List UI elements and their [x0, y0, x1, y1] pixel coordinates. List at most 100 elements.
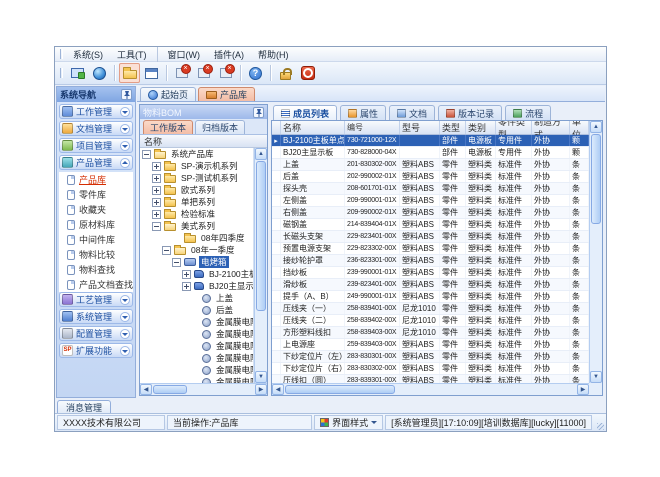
tree-expander[interactable] — [152, 198, 161, 207]
tree-node[interactable]: BJ-2100主板单点 — [140, 268, 253, 280]
tree-node[interactable]: 单把系列 — [140, 196, 253, 208]
tree-expander[interactable] — [142, 150, 151, 159]
table-row[interactable]: 右侧盖 209-990002-01X 塑料ABS 零件 塑料类 标准件 外协 条 — [272, 207, 589, 219]
scroll-up-icon[interactable]: ▲ — [255, 148, 267, 160]
chevron-button[interactable] — [120, 141, 130, 151]
tree-node[interactable]: 金属膜电阻器 — [140, 364, 253, 376]
table-row[interactable]: 上电源座 259-839403-00X 塑料ABS 零件 塑料类 标准件 外协 … — [272, 339, 589, 351]
scroll-left-icon[interactable]: ◀ — [272, 384, 284, 395]
lock-screen-button[interactable] — [275, 63, 296, 83]
table-horizontal-scrollbar[interactable]: ◀ ▶ — [272, 383, 589, 395]
tree-node[interactable]: 后盖 — [140, 304, 253, 316]
tree-node[interactable]: 金属膜电阻器 — [140, 328, 253, 340]
nav-entry[interactable]: 中间件库 — [59, 232, 133, 247]
h-scrollbar-thumb[interactable] — [153, 385, 187, 394]
tree-expander[interactable] — [162, 246, 171, 255]
browser-button[interactable] — [89, 63, 110, 83]
menu-item[interactable]: 系统(S) — [66, 47, 110, 62]
scroll-down-icon[interactable]: ▼ — [590, 371, 602, 383]
message-tab[interactable]: 消息管理 — [57, 400, 111, 413]
document-tab[interactable]: 产品库 — [198, 87, 255, 101]
tree-horizontal-scrollbar[interactable]: ◀ ▶ — [140, 383, 267, 395]
tree-expander[interactable] — [152, 174, 161, 183]
detail-tab[interactable]: 属性 — [340, 105, 386, 120]
table-row[interactable]: 方形塑料线扣 258-839403-00X 尼龙1010 零件 塑料类 标准件 … — [272, 327, 589, 339]
chevron-button[interactable] — [120, 346, 130, 356]
nav-entry[interactable]: 系统管理 — [59, 309, 133, 324]
column-header[interactable]: 编号 — [345, 121, 400, 134]
tree-expander[interactable] — [152, 210, 161, 219]
table-row[interactable]: 下纱定位片（右） 283-830302-00X 塑料ABS 零件 塑料类 标准件… — [272, 363, 589, 375]
table-row[interactable]: 压线夹（一） 258-839401-00X 尼龙1010 零件 塑料类 标准件 … — [272, 303, 589, 315]
table-row[interactable]: BJ20主显示板 730-828000-04X 部件 电源板 专用件 外协 颗 — [272, 147, 589, 159]
window-list-button[interactable] — [141, 63, 162, 83]
nav-entry[interactable]: 物料查找 — [59, 262, 133, 277]
column-header[interactable]: 零件类型 — [496, 121, 532, 134]
nav-entry[interactable]: 工艺管理 — [59, 292, 133, 307]
table-row[interactable]: 压线扣（圆） 283-839301-00X 塑料ABS 零件 塑料类 标准件 外… — [272, 375, 589, 383]
nav-entry[interactable]: 产品库 — [59, 172, 133, 187]
tree-node[interactable]: 08年一季度 — [140, 244, 253, 256]
tree-node[interactable]: SP-测试机系列 — [140, 172, 253, 184]
table-vertical-scrollbar[interactable]: ▲ ▼ — [589, 121, 602, 383]
tree-expander[interactable] — [182, 270, 191, 279]
scroll-up-icon[interactable]: ▲ — [590, 121, 602, 133]
tree-column-header[interactable]: 名称 — [140, 135, 267, 148]
table-row[interactable]: 滑纱板 239-823401-00X 塑料ABS 零件 塑料类 标准件 外协 条 — [272, 279, 589, 291]
tree-node[interactable]: 电烤箱 — [140, 256, 253, 268]
v-scrollbar-thumb[interactable] — [256, 161, 266, 311]
column-header[interactable]: 型号 — [400, 121, 440, 134]
nav-entry[interactable]: 收藏夹 — [59, 202, 133, 217]
nav-entry[interactable]: 项目管理 — [59, 138, 133, 153]
chevron-button[interactable] — [120, 312, 130, 322]
chevron-button[interactable] — [120, 124, 130, 134]
version-tab[interactable]: 归档版本 — [195, 120, 245, 134]
menu-item[interactable]: 窗口(W) — [161, 47, 208, 62]
chevron-button[interactable] — [120, 107, 130, 117]
open-library-button[interactable] — [119, 63, 140, 83]
tree-node[interactable]: 美式系列 — [140, 220, 253, 232]
tree-node[interactable]: 欧式系列 — [140, 184, 253, 196]
close-document-button[interactable] — [171, 63, 192, 83]
menu-item[interactable]: 工具(T) — [110, 47, 158, 62]
detail-tab[interactable]: 成员列表 — [273, 105, 337, 120]
ui-style-button[interactable]: 界面样式 — [314, 415, 383, 430]
tree-expander[interactable] — [152, 162, 161, 171]
nav-entry[interactable]: 工作管理 — [59, 104, 133, 119]
column-header[interactable]: 单位 — [570, 121, 589, 134]
detail-tab[interactable]: 文档 — [389, 105, 435, 120]
menu-item[interactable]: 插件(A) — [207, 47, 251, 62]
tree-node[interactable]: 金属膜电阻器 — [140, 340, 253, 352]
tree-vertical-scrollbar[interactable]: ▲ ▼ — [254, 148, 267, 383]
tree-expander[interactable] — [182, 282, 191, 291]
tree-expander[interactable] — [152, 222, 161, 231]
chevron-button[interactable] — [120, 329, 130, 339]
tree-node[interactable]: BJ20主显示板 — [140, 280, 253, 292]
menu-item[interactable]: 帮助(H) — [251, 47, 296, 62]
table-row[interactable]: 下纱定位片（左） 283-830301-00X 塑料ABS 零件 塑料类 标准件… — [272, 351, 589, 363]
system-settings-button[interactable] — [67, 63, 88, 83]
h-scrollbar-thumb[interactable] — [285, 385, 395, 394]
tree-node[interactable]: SP-演示机系列 — [140, 160, 253, 172]
exit-button[interactable] — [297, 63, 318, 83]
table-row[interactable]: 磁钢盖 214-839404-01X 塑料ABS 零件 塑料类 标准件 外协 条 — [272, 219, 589, 231]
detail-tab[interactable]: 版本记录 — [438, 105, 502, 120]
tree-node[interactable]: 金属膜电阻器 — [140, 316, 253, 328]
tree-expander[interactable] — [152, 186, 161, 195]
table-row[interactable]: 上盖 201-830302-00X 塑料ABS 零件 塑料类 标准件 外协 条 — [272, 159, 589, 171]
pin-button[interactable] — [121, 89, 132, 100]
table-row[interactable]: BJ-2100主板单点 730-721000-12X 部件 电源板 专用件 外协… — [272, 135, 589, 147]
nav-entry[interactable]: 原材料库 — [59, 217, 133, 232]
table-row[interactable]: 预置电源支架 229-823302-00X 塑料ABS 零件 塑料类 标准件 外… — [272, 243, 589, 255]
document-tab[interactable]: 起始页 — [140, 87, 196, 101]
help-button[interactable]: ? — [245, 63, 266, 83]
column-header[interactable]: 类型 — [440, 121, 466, 134]
chevron-button[interactable] — [120, 158, 130, 168]
column-header[interactable]: 制造方式 — [532, 121, 570, 134]
table-row[interactable]: 提手（A、B） 249-990001-01X 塑料ABS 零件 塑料类 标准件 … — [272, 291, 589, 303]
tree-expander[interactable] — [172, 258, 181, 267]
tree-node[interactable]: 08年四季度 — [140, 232, 253, 244]
nav-entry[interactable]: 扩展功能 — [59, 343, 133, 358]
nav-entry[interactable]: 产品管理 — [59, 155, 133, 170]
table-row[interactable]: 接纱轮护罩 236-823301-00X 塑料ABS 零件 塑料类 标准件 外协… — [272, 255, 589, 267]
